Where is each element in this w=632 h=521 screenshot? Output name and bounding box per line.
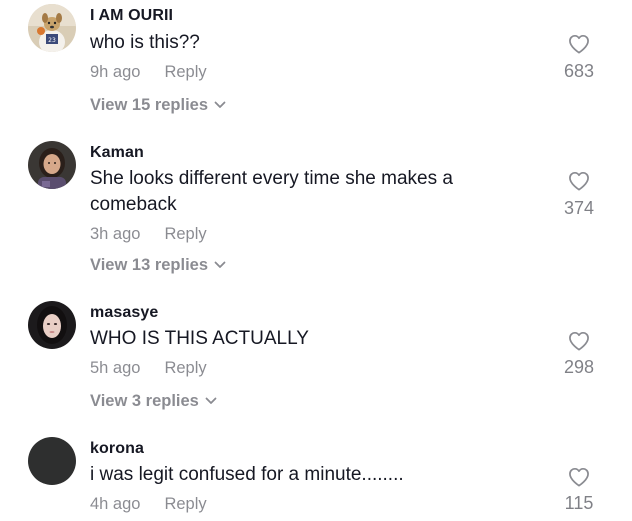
comment-timestamp: 5h ago: [90, 359, 141, 377]
comment-meta: 5h ago Reply: [90, 359, 207, 378]
like-count: 683: [563, 61, 595, 81]
person-photo-avatar-icon: [28, 301, 76, 349]
view-replies-label: View 3 replies: [90, 392, 199, 410]
user-avatar[interactable]: [28, 301, 76, 349]
view-replies-label: View 15 replies: [90, 96, 209, 114]
like-button[interactable]: [556, 331, 602, 351]
dark-circle-avatar-icon: [28, 437, 76, 485]
comment-text: i was legit confused for a minute.......…: [90, 464, 404, 485]
like-count: 374: [563, 198, 595, 218]
comment-text: She looks different every time she makes…: [90, 168, 453, 215]
reply-button[interactable]: Reply: [164, 225, 206, 243]
comment-timestamp: 3h ago: [90, 225, 141, 243]
user-avatar[interactable]: [28, 141, 76, 189]
comment-timestamp: 9h ago: [90, 63, 141, 81]
comment-text: who is this??: [90, 32, 200, 53]
user-avatar[interactable]: [28, 437, 76, 485]
like-button[interactable]: [556, 467, 602, 487]
comment-username[interactable]: Kaman: [90, 144, 144, 162]
view-replies-button[interactable]: View 15 replies: [90, 96, 226, 115]
dog-basketball-avatar-icon: 23: [28, 4, 76, 52]
like-button[interactable]: [556, 171, 602, 191]
chevron-down-icon: [214, 101, 226, 108]
comment-username[interactable]: I AM OURII: [90, 7, 173, 25]
heart-outline-icon: [569, 171, 589, 191]
comment-meta: 3h ago Reply: [90, 225, 207, 244]
comment-text: WHO IS THIS ACTUALLY: [90, 328, 309, 349]
heart-outline-icon: [569, 467, 589, 487]
reply-button[interactable]: Reply: [164, 63, 206, 81]
user-avatar[interactable]: 23: [28, 4, 76, 52]
comment-username[interactable]: korona: [90, 440, 144, 458]
comment-meta: 4h ago Reply: [90, 495, 207, 514]
heart-outline-icon: [569, 331, 589, 351]
heart-outline-icon: [569, 34, 589, 54]
reply-button[interactable]: Reply: [164, 495, 206, 513]
chevron-down-icon: [214, 261, 226, 268]
like-count: 115: [564, 493, 594, 513]
like-count: 298: [563, 357, 595, 377]
reply-button[interactable]: Reply: [164, 359, 206, 377]
comment-username[interactable]: masasye: [90, 304, 158, 322]
person-photo-avatar-icon: [28, 141, 76, 189]
comment-meta: 9h ago Reply: [90, 63, 207, 82]
view-replies-label: View 13 replies: [90, 256, 209, 274]
comment-timestamp: 4h ago: [90, 495, 141, 513]
svg-text:23: 23: [48, 37, 56, 44]
view-replies-button[interactable]: View 13 replies: [90, 256, 226, 275]
view-replies-button[interactable]: View 3 replies: [90, 392, 217, 411]
chevron-down-icon: [205, 397, 217, 404]
like-button[interactable]: [556, 34, 602, 54]
